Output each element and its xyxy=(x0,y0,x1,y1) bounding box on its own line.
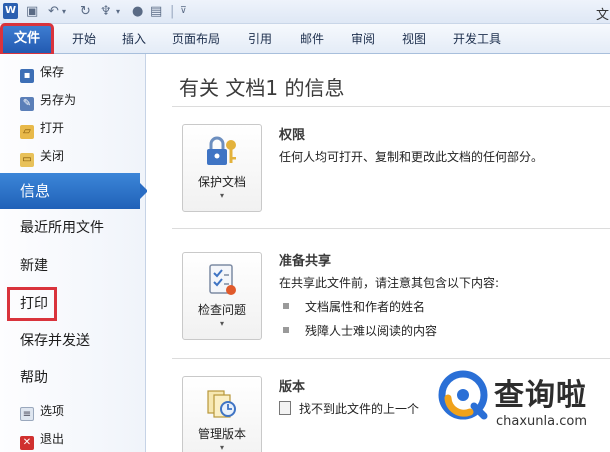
nav-info[interactable]: 信息 xyxy=(0,173,140,209)
backstage-nav: ▪ 保存 ✎ 另存为 ▱ 打开 ▭ 关闭 信息 最近所用文件 新建 打印 保存并发送 帮… xyxy=(0,54,148,452)
dropdown-icon: ▾ xyxy=(219,443,224,452)
manage-versions-label: 管理版本 xyxy=(197,427,246,441)
separator-icon: | xyxy=(170,4,175,19)
checklist-icon xyxy=(209,264,236,295)
tab-insert[interactable]: 插入 xyxy=(122,24,146,54)
versions-desc: 找不到此文件的上一个 xyxy=(279,400,419,417)
prepare-sharing-title: 准备共享 xyxy=(279,254,332,269)
redo-icon[interactable]: ↻ xyxy=(80,3,91,20)
window-title: 文 xyxy=(596,8,610,23)
save-as-icon: ✎ xyxy=(20,97,34,111)
open-folder-icon: ▱ xyxy=(20,125,34,139)
nav-save-as[interactable]: ✎ 另存为 xyxy=(20,89,76,111)
tab-mailings[interactable]: 邮件 xyxy=(300,24,324,54)
watermark-url: chaxunla.com xyxy=(496,414,587,429)
tab-developer[interactable]: 开发工具 xyxy=(453,24,501,54)
format-painter-icon[interactable]: ♆ xyxy=(100,3,112,20)
nav-options[interactable]: ≡ 选项 xyxy=(20,400,64,422)
nav-close[interactable]: ▭ 关闭 xyxy=(20,145,64,167)
watermark-brand: 查询啦 xyxy=(494,378,587,413)
document-icon xyxy=(279,401,291,415)
undo-icon[interactable]: ↶ xyxy=(48,3,59,20)
nav-exit[interactable]: ✕ 退出 xyxy=(20,428,64,450)
list-item: 文档属性和作者的姓名 xyxy=(283,298,425,315)
prepare-sharing-desc: 在共享此文件前，请注意其包含以下内容: xyxy=(279,276,500,290)
close-folder-icon: ▭ xyxy=(20,153,34,167)
list-item: 残障人士难以阅读的内容 xyxy=(283,322,437,339)
dropdown-icon: ▾ xyxy=(219,191,224,200)
protect-document-button[interactable]: 保护文档 ▾ xyxy=(182,124,262,212)
nav-save-send[interactable]: 保存并发送 xyxy=(20,327,90,355)
lock-key-icon xyxy=(207,136,236,165)
divider xyxy=(172,358,610,359)
permissions-desc: 任何人均可打开、复制和更改此文档的任何部分。 xyxy=(279,150,544,164)
exit-icon: ✕ xyxy=(20,436,34,450)
protect-document-label: 保护文档 xyxy=(197,175,246,189)
watermark: 查询啦 chaxunla.com xyxy=(434,368,610,452)
word-logo-icon[interactable]: W xyxy=(3,3,18,19)
nav-new[interactable]: 新建 xyxy=(20,252,48,280)
dropdown-icon[interactable]: ▾ xyxy=(116,3,120,20)
check-issues-button[interactable]: 检查问题 ▾ xyxy=(182,252,262,340)
tab-review[interactable]: 审阅 xyxy=(351,24,375,54)
ribbon-tabs: 文件 开始 插入 页面布局 引用 邮件 审阅 视图 开发工具 xyxy=(0,23,610,56)
versions-icon xyxy=(207,390,236,418)
nav-recent[interactable]: 最近所用文件 xyxy=(20,214,104,242)
versions-title: 版本 xyxy=(279,380,306,395)
bullet-icon xyxy=(283,327,289,333)
page-title: 有关 文档1 的信息 xyxy=(179,76,345,100)
tab-file[interactable]: 文件 xyxy=(0,23,54,56)
nav-help[interactable]: 帮助 xyxy=(20,364,48,392)
circle-icon[interactable]: ● xyxy=(132,3,143,20)
tab-references[interactable]: 引用 xyxy=(248,24,272,54)
quick-access-toolbar: W ▣ ↶ ▾ ↻ ♆ ▾ ● ▤ | ⊽ 文 xyxy=(0,0,610,24)
save-icon[interactable]: ▣ xyxy=(26,3,38,20)
tab-view[interactable]: 视图 xyxy=(402,24,426,54)
nav-print[interactable]: 打印 xyxy=(20,290,48,318)
options-icon: ≡ xyxy=(20,407,34,421)
permissions-title: 权限 xyxy=(279,128,306,143)
manage-versions-button[interactable]: 管理版本 ▾ xyxy=(182,376,262,452)
tab-page-layout[interactable]: 页面布局 xyxy=(172,24,220,54)
nav-save[interactable]: ▪ 保存 xyxy=(20,61,64,83)
customize-toolbar-icon[interactable]: ⊽ xyxy=(180,3,187,20)
nav-open[interactable]: ▱ 打开 xyxy=(20,117,64,139)
bullet-icon xyxy=(283,303,289,309)
divider xyxy=(172,228,610,229)
check-issues-label: 检查问题 xyxy=(197,303,246,317)
tab-home[interactable]: 开始 xyxy=(72,24,96,54)
save-icon: ▪ xyxy=(20,69,34,83)
watermark-logo-icon xyxy=(438,370,488,420)
divider xyxy=(172,106,610,107)
dropdown-icon: ▾ xyxy=(219,319,224,328)
dropdown-icon[interactable]: ▾ xyxy=(62,3,66,20)
print-icon[interactable]: ▤ xyxy=(150,3,162,20)
